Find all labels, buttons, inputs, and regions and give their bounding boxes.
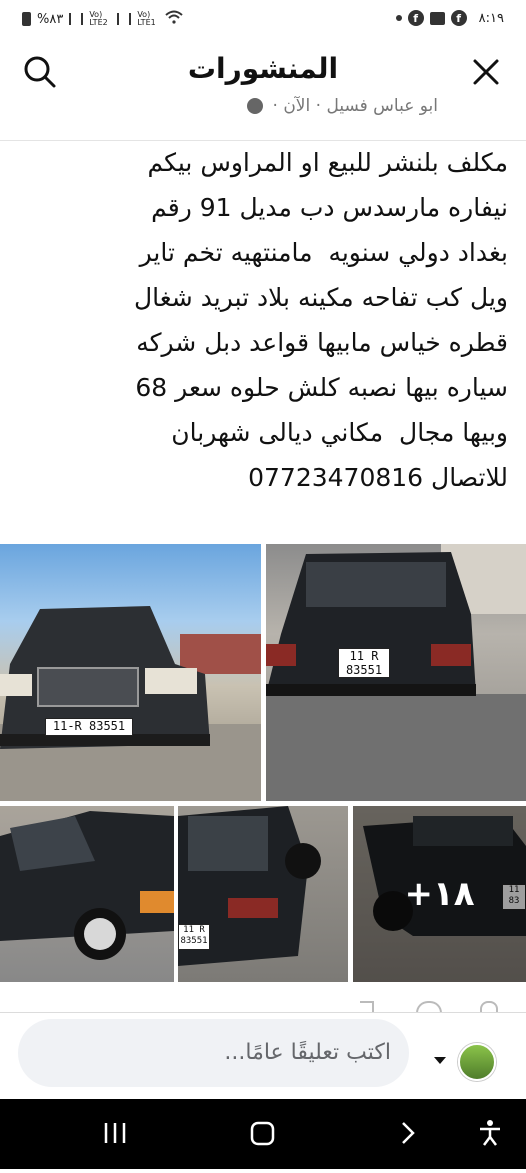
carrier-2-label: Vo) LTE2 bbox=[89, 10, 108, 27]
post-author-line: ابو عباس فسيل · الآن · bbox=[247, 96, 438, 120]
license-plate: 11-R 83551 bbox=[45, 718, 133, 736]
license-plate-bottom: 83551 bbox=[345, 663, 383, 677]
gallery-icon bbox=[429, 11, 445, 25]
status-bar-right: f f ٨:١٩ bbox=[395, 10, 504, 26]
license-plate-top: 11 R bbox=[349, 649, 379, 663]
car-side-image bbox=[0, 811, 174, 960]
globe-icon bbox=[247, 98, 264, 114]
post-photo-3[interactable] bbox=[0, 806, 174, 982]
carrier-1-label: Vo) LTE1 bbox=[137, 10, 156, 27]
home-icon[interactable] bbox=[250, 1121, 275, 1146]
battery-icon bbox=[22, 12, 31, 26]
status-bar: %٨٣ Vo) LTE2 Vo) LTE1 f f ٨:١٩ bbox=[0, 0, 526, 38]
chevron-down-icon[interactable] bbox=[434, 1057, 446, 1064]
facebook-icon: f bbox=[407, 10, 424, 26]
signal-icon bbox=[69, 13, 84, 25]
facebook-icon: f bbox=[450, 10, 467, 26]
battery-level: %٨٣ bbox=[37, 11, 64, 27]
license-plate: 11 R 83551 bbox=[178, 924, 210, 950]
back-icon[interactable] bbox=[402, 1122, 415, 1144]
app-header: المنشورات bbox=[0, 38, 526, 104]
wifi-icon bbox=[165, 10, 183, 28]
avatar[interactable] bbox=[458, 1043, 496, 1081]
signal-icon bbox=[117, 13, 132, 25]
post-timestamp: · الآن · bbox=[272, 96, 322, 116]
car-rear-image bbox=[266, 544, 526, 801]
post-photo-1[interactable]: 11-R 83551 bbox=[0, 544, 261, 801]
recent-apps-icon[interactable] bbox=[104, 1123, 126, 1143]
car-front-image bbox=[0, 606, 261, 801]
close-icon bbox=[473, 59, 499, 85]
close-button[interactable] bbox=[468, 54, 504, 90]
post-author-name[interactable]: ابو عباس فسيل bbox=[326, 96, 438, 116]
car-rear-image bbox=[178, 806, 321, 966]
page-title: المنشورات bbox=[187, 52, 339, 85]
post-photo-4[interactable]: 11 R 83551 bbox=[178, 806, 348, 982]
status-bar-left: %٨٣ Vo) LTE2 Vo) LTE1 bbox=[22, 10, 183, 28]
comment-composer: اكتب تعليقًا عامًا... bbox=[0, 1013, 526, 1099]
clock-time: ٨:١٩ bbox=[478, 10, 504, 26]
reactions-strip bbox=[0, 997, 526, 1013]
more-photos-count: +١٨ bbox=[404, 874, 475, 914]
license-plate: 11 R 83551 bbox=[338, 648, 390, 678]
accessibility-icon[interactable] bbox=[480, 1120, 500, 1146]
notification-dot-icon bbox=[395, 15, 402, 21]
more-photos-overlay[interactable]: +١٨ bbox=[353, 806, 526, 982]
system-navigation-bar bbox=[0, 1099, 526, 1169]
system-navigation-icons bbox=[104, 1120, 500, 1146]
post-photo-2[interactable]: 11 R 83551 bbox=[266, 544, 526, 801]
post-body-text: مكلف بلنشر للبيع او المراوس بيكم نيفاره … bbox=[133, 148, 508, 492]
comment-input[interactable]: اكتب تعليقًا عامًا... bbox=[18, 1019, 409, 1087]
post-photo-5[interactable]: 11 83 +١٨ bbox=[353, 806, 526, 982]
